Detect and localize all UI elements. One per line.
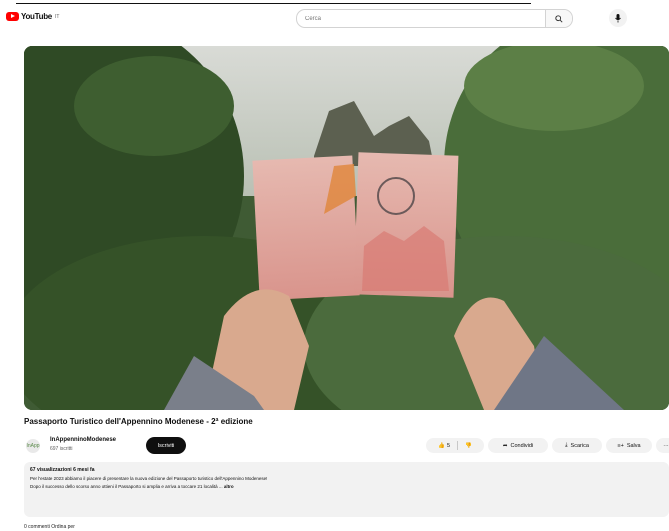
download-button[interactable]: ⤓ Scarica (552, 438, 602, 453)
save-icon: ≡+ (617, 442, 624, 449)
download-icon: ⤓ (565, 442, 568, 448)
description-box[interactable]: 67 visualizzazioni 6 mesi fa Per l'estat… (24, 462, 669, 517)
save-button[interactable]: ≡+ Salva (606, 438, 652, 453)
video-player[interactable] (24, 46, 669, 410)
share-icon: ➦ (502, 442, 508, 449)
video-title: Passaporto Turistico dell'Appennino Mode… (24, 417, 253, 426)
logo-country-code: IT (54, 13, 60, 20)
search-icon (555, 14, 563, 23)
comments-header: 0 commenti Ordina per (24, 524, 75, 530)
channel-name[interactable]: InAppenninoModenese (50, 437, 116, 443)
description-line-1: Per l'estate 2023 abbiamo il piacere di … (30, 476, 268, 481)
like-count: 5 (446, 442, 451, 449)
youtube-play-icon (6, 12, 19, 21)
search-button[interactable] (545, 10, 572, 27)
save-label: Salva (626, 442, 641, 449)
search-bar (296, 9, 573, 28)
logo-text: YouTube (21, 12, 52, 21)
more-actions-button[interactable]: ··· (656, 438, 669, 453)
like-dislike-group: 👍 5 👎 (426, 438, 484, 453)
like-button[interactable]: 👍 5 (434, 443, 454, 449)
description-line-2: Dopo il successo dello scorso anno ottie… (30, 484, 663, 489)
top-border-line (16, 3, 531, 4)
description-line-2-text: Dopo il successo dello scorso anno ottie… (30, 484, 223, 489)
show-more-link[interactable]: altro (224, 484, 234, 489)
divider (457, 441, 459, 450)
video-frame-image (24, 46, 669, 410)
share-label: Condividi (510, 442, 534, 449)
youtube-logo[interactable]: YouTube IT (6, 12, 59, 21)
thumbs-down-icon: 👎 (465, 442, 472, 449)
view-stats: 67 visualizzazioni 6 mesi fa (30, 467, 95, 473)
dislike-button[interactable]: 👎 (461, 443, 476, 449)
subscriber-count: 697 iscritti (50, 446, 73, 452)
voice-search-button[interactable] (609, 9, 627, 27)
subscribe-button[interactable]: Iscriviti (146, 437, 186, 454)
mic-icon (615, 13, 621, 22)
thumbs-up-icon: 👍 (438, 442, 445, 449)
share-button[interactable]: ➦ Condividi (488, 438, 548, 453)
channel-avatar[interactable]: InApp (26, 439, 40, 453)
search-input[interactable] (297, 14, 557, 23)
download-label: Scarica (570, 442, 589, 449)
